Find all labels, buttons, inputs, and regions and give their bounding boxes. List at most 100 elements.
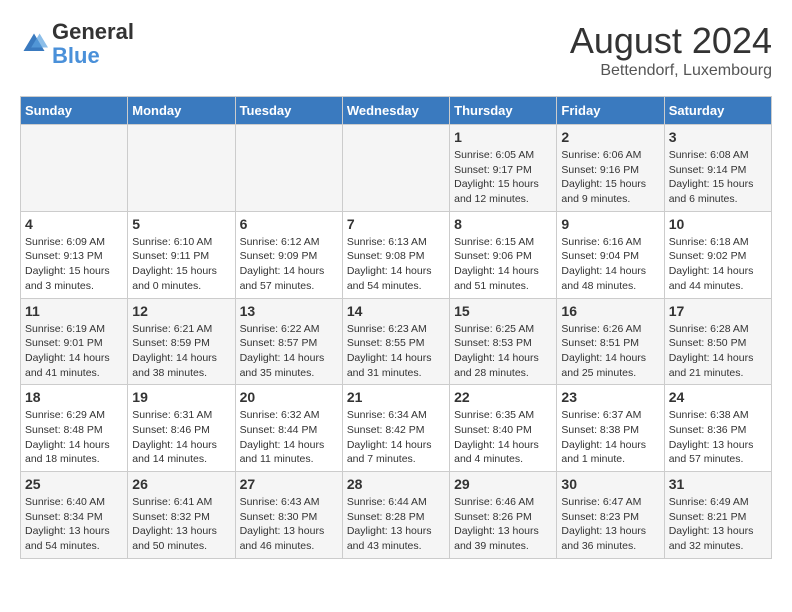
day-info: Sunrise: 6:28 AM Sunset: 8:50 PM Dayligh…: [669, 322, 767, 381]
sunset-text: Sunset: 9:13 PM: [25, 250, 103, 262]
day-info: Sunrise: 6:06 AM Sunset: 9:16 PM Dayligh…: [561, 148, 659, 207]
day-number: 15: [454, 303, 552, 319]
calendar-cell: 1 Sunrise: 6:05 AM Sunset: 9:17 PM Dayli…: [450, 125, 557, 212]
sunset-text: Sunset: 8:21 PM: [669, 511, 747, 523]
calendar-cell: 21 Sunrise: 6:34 AM Sunset: 8:42 PM Dayl…: [342, 385, 449, 472]
logo-text: GeneralBlue: [52, 20, 134, 68]
daylight-text: Daylight: 14 hours and 7 minutes.: [347, 439, 432, 466]
day-info: Sunrise: 6:08 AM Sunset: 9:14 PM Dayligh…: [669, 148, 767, 207]
sunrise-text: Sunrise: 6:09 AM: [25, 236, 105, 248]
sunset-text: Sunset: 9:14 PM: [669, 164, 747, 176]
day-info: Sunrise: 6:34 AM Sunset: 8:42 PM Dayligh…: [347, 408, 445, 467]
day-number: 5: [132, 216, 230, 232]
main-title: August 2024: [570, 20, 772, 62]
calendar-table: Sunday Monday Tuesday Wednesday Thursday…: [20, 96, 772, 559]
week-row-5: 25 Sunrise: 6:40 AM Sunset: 8:34 PM Dayl…: [21, 472, 772, 559]
sunset-text: Sunset: 8:32 PM: [132, 511, 210, 523]
day-info: Sunrise: 6:41 AM Sunset: 8:32 PM Dayligh…: [132, 495, 230, 554]
sunrise-text: Sunrise: 6:25 AM: [454, 323, 534, 335]
day-info: Sunrise: 6:22 AM Sunset: 8:57 PM Dayligh…: [240, 322, 338, 381]
col-friday: Friday: [557, 97, 664, 125]
sunrise-text: Sunrise: 6:35 AM: [454, 409, 534, 421]
day-info: Sunrise: 6:23 AM Sunset: 8:55 PM Dayligh…: [347, 322, 445, 381]
day-number: 3: [669, 129, 767, 145]
sunset-text: Sunset: 9:11 PM: [132, 250, 209, 262]
calendar-cell: 8 Sunrise: 6:15 AM Sunset: 9:06 PM Dayli…: [450, 211, 557, 298]
sunrise-text: Sunrise: 6:05 AM: [454, 149, 534, 161]
daylight-text: Daylight: 14 hours and 1 minute.: [561, 439, 646, 466]
sunrise-text: Sunrise: 6:13 AM: [347, 236, 427, 248]
day-number: 18: [25, 389, 123, 405]
sunset-text: Sunset: 8:46 PM: [132, 424, 210, 436]
col-wednesday: Wednesday: [342, 97, 449, 125]
daylight-text: Daylight: 15 hours and 3 minutes.: [25, 265, 110, 292]
day-info: Sunrise: 6:44 AM Sunset: 8:28 PM Dayligh…: [347, 495, 445, 554]
calendar-cell: 17 Sunrise: 6:28 AM Sunset: 8:50 PM Dayl…: [664, 298, 771, 385]
col-saturday: Saturday: [664, 97, 771, 125]
sunrise-text: Sunrise: 6:15 AM: [454, 236, 534, 248]
subtitle: Bettendorf, Luxembourg: [570, 62, 772, 80]
sunset-text: Sunset: 8:55 PM: [347, 337, 425, 349]
sunset-text: Sunset: 8:50 PM: [669, 337, 747, 349]
col-monday: Monday: [128, 97, 235, 125]
sunrise-text: Sunrise: 6:29 AM: [25, 409, 105, 421]
daylight-text: Daylight: 14 hours and 25 minutes.: [561, 352, 646, 379]
daylight-text: Daylight: 15 hours and 6 minutes.: [669, 178, 754, 205]
sunset-text: Sunset: 8:48 PM: [25, 424, 103, 436]
daylight-text: Daylight: 13 hours and 36 minutes.: [561, 525, 646, 552]
day-number: 8: [454, 216, 552, 232]
daylight-text: Daylight: 14 hours and 57 minutes.: [240, 265, 325, 292]
sunrise-text: Sunrise: 6:16 AM: [561, 236, 641, 248]
calendar-cell: 5 Sunrise: 6:10 AM Sunset: 9:11 PM Dayli…: [128, 211, 235, 298]
sunset-text: Sunset: 8:23 PM: [561, 511, 639, 523]
sunset-text: Sunset: 8:42 PM: [347, 424, 425, 436]
calendar-cell: 15 Sunrise: 6:25 AM Sunset: 8:53 PM Dayl…: [450, 298, 557, 385]
header-row: Sunday Monday Tuesday Wednesday Thursday…: [21, 97, 772, 125]
day-number: 19: [132, 389, 230, 405]
daylight-text: Daylight: 14 hours and 48 minutes.: [561, 265, 646, 292]
sunrise-text: Sunrise: 6:46 AM: [454, 496, 534, 508]
sunrise-text: Sunrise: 6:47 AM: [561, 496, 641, 508]
daylight-text: Daylight: 15 hours and 9 minutes.: [561, 178, 646, 205]
daylight-text: Daylight: 14 hours and 21 minutes.: [669, 352, 754, 379]
week-row-1: 1 Sunrise: 6:05 AM Sunset: 9:17 PM Dayli…: [21, 125, 772, 212]
day-info: Sunrise: 6:13 AM Sunset: 9:08 PM Dayligh…: [347, 235, 445, 294]
sunset-text: Sunset: 8:51 PM: [561, 337, 639, 349]
sunset-text: Sunset: 9:17 PM: [454, 164, 532, 176]
calendar-cell: 14 Sunrise: 6:23 AM Sunset: 8:55 PM Dayl…: [342, 298, 449, 385]
sunrise-text: Sunrise: 6:12 AM: [240, 236, 320, 248]
day-number: 11: [25, 303, 123, 319]
calendar-cell: 20 Sunrise: 6:32 AM Sunset: 8:44 PM Dayl…: [235, 385, 342, 472]
day-info: Sunrise: 6:35 AM Sunset: 8:40 PM Dayligh…: [454, 408, 552, 467]
day-number: 26: [132, 476, 230, 492]
calendar-cell: [128, 125, 235, 212]
daylight-text: Daylight: 14 hours and 35 minutes.: [240, 352, 325, 379]
calendar-cell: 16 Sunrise: 6:26 AM Sunset: 8:51 PM Dayl…: [557, 298, 664, 385]
day-number: 16: [561, 303, 659, 319]
calendar-cell: 30 Sunrise: 6:47 AM Sunset: 8:23 PM Dayl…: [557, 472, 664, 559]
daylight-text: Daylight: 13 hours and 32 minutes.: [669, 525, 754, 552]
sunset-text: Sunset: 8:40 PM: [454, 424, 532, 436]
day-number: 17: [669, 303, 767, 319]
title-area: August 2024 Bettendorf, Luxembourg: [570, 20, 772, 80]
sunset-text: Sunset: 8:30 PM: [240, 511, 318, 523]
daylight-text: Daylight: 13 hours and 54 minutes.: [25, 525, 110, 552]
sunrise-text: Sunrise: 6:10 AM: [132, 236, 212, 248]
daylight-text: Daylight: 15 hours and 0 minutes.: [132, 265, 217, 292]
col-tuesday: Tuesday: [235, 97, 342, 125]
daylight-text: Daylight: 14 hours and 31 minutes.: [347, 352, 432, 379]
day-number: 4: [25, 216, 123, 232]
sunrise-text: Sunrise: 6:22 AM: [240, 323, 320, 335]
daylight-text: Daylight: 14 hours and 4 minutes.: [454, 439, 539, 466]
day-number: 12: [132, 303, 230, 319]
calendar-cell: 2 Sunrise: 6:06 AM Sunset: 9:16 PM Dayli…: [557, 125, 664, 212]
day-number: 9: [561, 216, 659, 232]
sunset-text: Sunset: 8:36 PM: [669, 424, 747, 436]
sunrise-text: Sunrise: 6:40 AM: [25, 496, 105, 508]
day-number: 2: [561, 129, 659, 145]
day-number: 13: [240, 303, 338, 319]
sunset-text: Sunset: 8:53 PM: [454, 337, 532, 349]
daylight-text: Daylight: 14 hours and 14 minutes.: [132, 439, 217, 466]
sunrise-text: Sunrise: 6:26 AM: [561, 323, 641, 335]
day-number: 21: [347, 389, 445, 405]
